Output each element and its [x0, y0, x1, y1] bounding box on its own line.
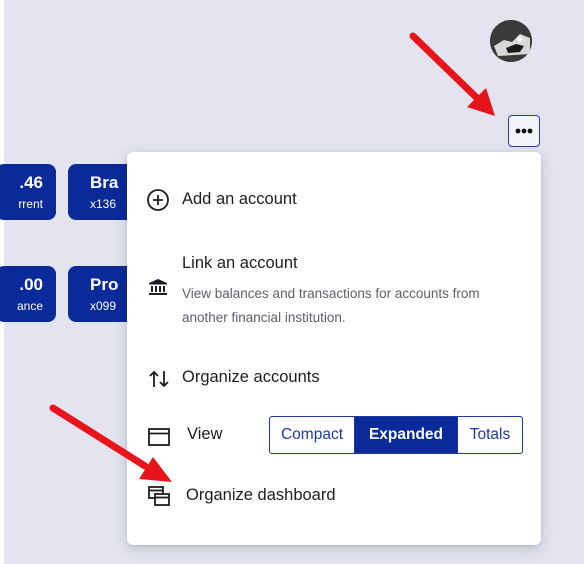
- more-options-button[interactable]: [508, 115, 540, 147]
- annotation-arrow: [49, 404, 172, 482]
- bank-icon: [149, 279, 167, 295]
- menu-item-label: Organize accounts: [182, 368, 320, 386]
- menu-item-link-account[interactable]: Link an account View balances and transa…: [127, 248, 541, 332]
- sort-arrows-icon: [149, 370, 169, 388]
- account-card[interactable]: .46 rrent: [0, 164, 56, 220]
- options-menu: Add an account Link an account View bala…: [127, 152, 541, 545]
- account-card[interactable]: .00 ance: [0, 266, 56, 322]
- menu-item-label: View: [187, 425, 223, 443]
- view-option-compact[interactable]: Compact: [270, 417, 355, 453]
- account-name: Pro: [90, 275, 119, 294]
- annotation-arrow: [409, 32, 495, 116]
- account-type: rrent: [18, 197, 43, 211]
- view-option-totals[interactable]: Totals: [457, 417, 522, 453]
- plus-circle-icon: [147, 189, 169, 211]
- more-horizontal-icon: [515, 128, 533, 134]
- account-type: ance: [16, 299, 43, 313]
- account-number: x099: [90, 299, 117, 313]
- account-number: x136: [90, 197, 117, 211]
- menu-item-label: Add an account: [182, 190, 297, 208]
- view-mode-toggle: Compact Expanded Totals: [269, 416, 523, 454]
- view-option-expanded[interactable]: Expanded: [355, 417, 457, 453]
- menu-item-organize-accounts[interactable]: Organize accounts: [127, 358, 541, 398]
- menu-item-description: View balances and transactions for accou…: [182, 286, 480, 325]
- menu-item-label: Link an account: [182, 254, 298, 272]
- menu-item-add-account[interactable]: Add an account: [127, 180, 541, 220]
- account-amount: .00: [19, 275, 43, 294]
- account-amount: .46: [19, 173, 43, 192]
- account-name: Bra: [90, 173, 119, 192]
- menu-item-organize-dashboard[interactable]: Organize dashboard: [127, 476, 541, 516]
- menu-item-label: Organize dashboard: [186, 486, 336, 504]
